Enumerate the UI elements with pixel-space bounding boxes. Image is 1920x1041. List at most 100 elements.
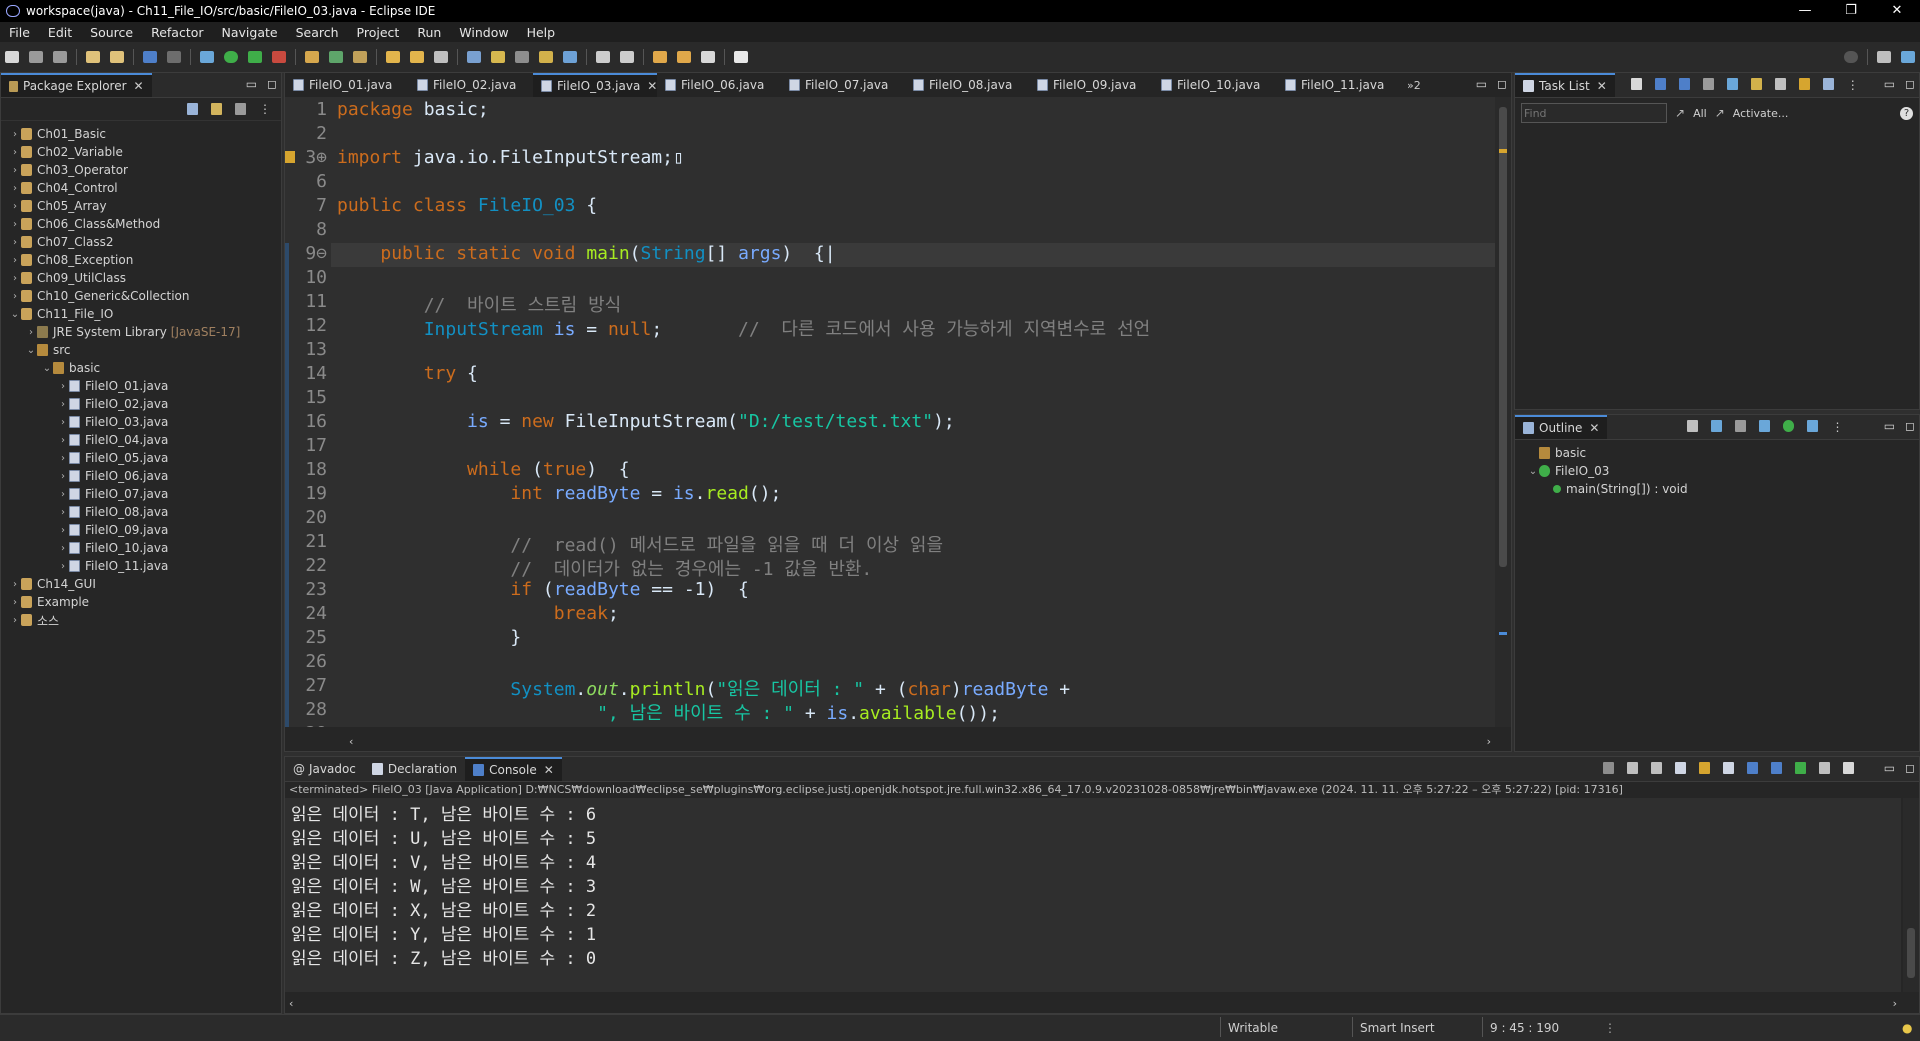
- scroll-left-icon[interactable]: ‹: [349, 735, 353, 748]
- block-selection-icon[interactable]: [515, 51, 529, 63]
- warning-marker[interactable]: [1499, 149, 1507, 153]
- hide-static-icon[interactable]: [1759, 420, 1771, 432]
- chevron-right-icon[interactable]: ›: [9, 237, 21, 248]
- tree-item[interactable]: › Ch01_Basic: [1, 125, 281, 143]
- back-icon[interactable]: [677, 51, 691, 63]
- tree-item[interactable]: › Ch09_UtilClass: [1, 269, 281, 287]
- sort-icon[interactable]: [1711, 420, 1723, 432]
- console-horizontal-scrollbar[interactable]: ‹ ›: [285, 997, 1901, 1013]
- new-class-icon[interactable]: [353, 51, 367, 63]
- show-whitespace-icon[interactable]: [563, 51, 577, 63]
- skip-breakpoints-icon[interactable]: [167, 51, 181, 63]
- close-icon[interactable]: ✕: [647, 79, 657, 93]
- word-wrap-icon[interactable]: [539, 51, 553, 63]
- tree-item[interactable]: › Ch03_Operator: [1, 161, 281, 179]
- undo-icon[interactable]: [86, 51, 100, 63]
- all-link[interactable]: All: [1693, 107, 1707, 120]
- chevron-right-icon[interactable]: ›: [9, 129, 21, 140]
- minimize-icon[interactable]: ▭: [1476, 77, 1487, 91]
- chevron-right-icon[interactable]: ›: [57, 417, 69, 428]
- scroll-right-icon[interactable]: ›: [1487, 735, 1491, 748]
- open-type-icon[interactable]: [386, 51, 400, 63]
- minimize-icon[interactable]: ▭: [1884, 761, 1895, 775]
- scroll-thumb[interactable]: [1499, 107, 1507, 567]
- chevron-down-icon[interactable]: ⌄: [25, 345, 37, 356]
- hide-icon[interactable]: [1726, 78, 1738, 90]
- hide-nonpublic-icon[interactable]: [1783, 420, 1795, 432]
- maximize-icon[interactable]: ◻: [1497, 77, 1507, 91]
- minimize-icon[interactable]: ▭: [1884, 419, 1895, 433]
- activate-link[interactable]: Activate...: [1733, 107, 1789, 120]
- previous-annotation-icon[interactable]: [620, 51, 634, 63]
- code-editor[interactable]: 1 package basic; 2 3⊕ import java.io.FileInp…: [285, 97, 1495, 727]
- chevron-right-icon[interactable]: ›: [9, 273, 21, 284]
- tab-editor-file[interactable]: FileIO_06.java: [657, 73, 781, 97]
- menu-source[interactable]: Source: [81, 25, 142, 40]
- scheduled-icon[interactable]: [1678, 78, 1690, 90]
- pin-editor-icon[interactable]: [734, 51, 748, 63]
- tree-item[interactable]: › FileIO_04.java: [1, 431, 281, 449]
- filter-completed-icon[interactable]: [1702, 78, 1714, 90]
- tree-item[interactable]: › JRE System Library [JavaSE-17]: [1, 323, 281, 341]
- tree-item[interactable]: › Ch05_Array: [1, 197, 281, 215]
- tree-item[interactable]: › FileIO_07.java: [1, 485, 281, 503]
- view-menu-icon[interactable]: ⋮: [259, 102, 271, 116]
- chevron-right-icon[interactable]: ›: [9, 201, 21, 212]
- tree-item[interactable]: › Ch08_Exception: [1, 251, 281, 269]
- tree-item[interactable]: › Ch10_Generic&Collection: [1, 287, 281, 305]
- chevron-right-icon[interactable]: ›: [57, 471, 69, 482]
- menu-navigate[interactable]: Navigate: [213, 25, 287, 40]
- save-icon[interactable]: [29, 51, 43, 63]
- chevron-right-icon[interactable]: ›: [57, 507, 69, 518]
- new-task-icon[interactable]: [1630, 78, 1642, 90]
- chevron-right-icon[interactable]: ›: [9, 147, 21, 158]
- pin-console-icon[interactable]: [1795, 762, 1806, 774]
- tab-editor-file[interactable]: FileIO_11.java: [1277, 73, 1401, 97]
- tab-javadoc[interactable]: @ Javadoc: [285, 757, 364, 781]
- chevron-right-icon[interactable]: ›: [57, 489, 69, 500]
- tab-overflow[interactable]: »2: [1407, 79, 1421, 92]
- menu-file[interactable]: File: [0, 25, 39, 40]
- chevron-right-icon[interactable]: ›: [9, 597, 21, 608]
- tab-task-list[interactable]: Task List ✕: [1515, 73, 1615, 97]
- tree-item[interactable]: ⌄ src: [1, 341, 281, 359]
- close-icon[interactable]: ✕: [1589, 421, 1599, 435]
- tab-editor-file[interactable]: FileIO_08.java: [905, 73, 1029, 97]
- tree-item[interactable]: › Ch06_Class&Method: [1, 215, 281, 233]
- tree-item[interactable]: › FileIO_09.java: [1, 521, 281, 539]
- clear-console-icon[interactable]: [1675, 762, 1686, 774]
- categorized-icon[interactable]: [1654, 78, 1666, 90]
- tab-editor-file[interactable]: FileIO_10.java: [1153, 73, 1277, 97]
- close-button[interactable]: ✕: [1874, 0, 1920, 22]
- view-menu-icon[interactable]: ⋮: [1847, 78, 1859, 92]
- chevron-down-icon[interactable]: ⌄: [1527, 466, 1539, 477]
- minimize-icon[interactable]: ▭: [1884, 77, 1895, 91]
- chevron-right-icon[interactable]: ›: [57, 381, 69, 392]
- close-icon[interactable]: ✕: [1597, 79, 1607, 93]
- show-on-output-icon[interactable]: [1747, 762, 1758, 774]
- outline-item-method[interactable]: main(String[]) : void: [1527, 480, 1919, 498]
- menu-help[interactable]: Help: [518, 25, 565, 40]
- maximize-icon[interactable]: ◻: [267, 77, 277, 91]
- occurrence-marker[interactable]: [1499, 632, 1507, 635]
- warning-icon[interactable]: [285, 151, 295, 163]
- chevron-right-icon[interactable]: ›: [57, 435, 69, 446]
- tree-item[interactable]: › Ch02_Variable: [1, 143, 281, 161]
- tree-item[interactable]: › 소스: [1, 611, 281, 629]
- tree-item[interactable]: ⌄ basic: [1, 359, 281, 377]
- hide-local-types-icon[interactable]: [1807, 420, 1819, 432]
- save-all-icon[interactable]: [53, 51, 67, 63]
- chevron-right-icon[interactable]: ›: [9, 255, 21, 266]
- chevron-right-icon[interactable]: ›: [57, 543, 69, 554]
- chevron-down-icon[interactable]: ⌄: [41, 363, 53, 374]
- chevron-right-icon[interactable]: ›: [57, 561, 69, 572]
- open-console-icon[interactable]: [1843, 762, 1854, 774]
- new-package-icon[interactable]: [329, 51, 343, 63]
- hide-fields-icon[interactable]: [1735, 420, 1747, 432]
- chevron-right-icon[interactable]: ›: [57, 453, 69, 464]
- filter-icon[interactable]: [235, 103, 246, 115]
- tree-item[interactable]: › Ch07_Class2: [1, 233, 281, 251]
- insert-mode-status[interactable]: Smart Insert: [1360, 1021, 1435, 1035]
- minimize-icon[interactable]: ▭: [246, 77, 257, 91]
- chevron-right-icon[interactable]: ›: [9, 165, 21, 176]
